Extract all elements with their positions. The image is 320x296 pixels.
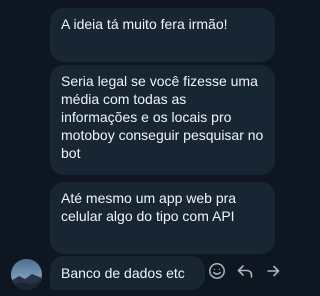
message-text: A ideia tá muito fera irmão! (61, 16, 228, 32)
chat-thread: A ideia tá muito fera irmão! Seria legal… (0, 0, 283, 296)
message-actions (206, 259, 284, 283)
emoji-smile-icon[interactable] (206, 260, 228, 282)
message-text: Banco de dados etc (61, 265, 185, 281)
reply-icon[interactable] (234, 260, 256, 282)
message-bubble[interactable]: Seria legal se você fizesse uma média co… (50, 65, 275, 175)
message-text: Seria legal se você fizesse uma média co… (61, 73, 264, 161)
avatar[interactable] (11, 259, 42, 290)
forward-icon[interactable] (262, 260, 284, 282)
message-bubble[interactable]: Banco de dados etc (50, 256, 205, 290)
message-bubble[interactable]: Até mesmo um app web pra celular algo do… (50, 182, 275, 254)
message-bubble[interactable]: A ideia tá muito fera irmão! (50, 8, 275, 62)
avatar-image (11, 259, 42, 290)
message-text: Até mesmo um app web pra celular algo do… (61, 190, 237, 224)
